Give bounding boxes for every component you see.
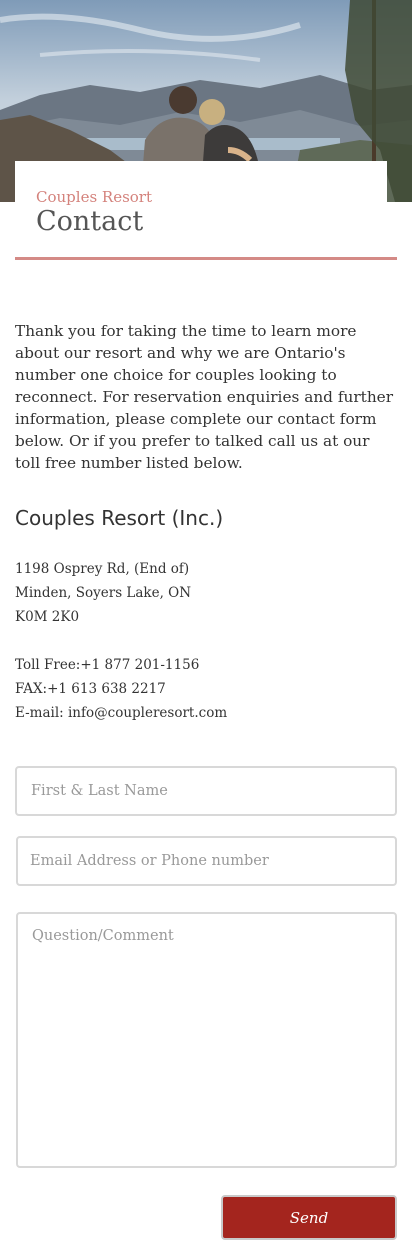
page-subtitle: Couples Resort bbox=[36, 188, 153, 206]
toll-free-number: Toll Free:+1 877 201-1156 bbox=[15, 657, 200, 673]
email-phone-field[interactable]: Email Address or Phone number bbox=[16, 836, 397, 886]
intro-paragraph: Thank you for taking the time to learn m… bbox=[15, 322, 394, 472]
address-line-3: K0M 2K0 bbox=[15, 609, 80, 625]
send-button[interactable]: Send bbox=[221, 1195, 397, 1240]
company-name: Couples Resort (Inc.) bbox=[15, 506, 224, 530]
send-button-label: Send bbox=[289, 1208, 329, 1227]
page-title: Contact bbox=[36, 206, 144, 237]
address-line-1: 1198 Osprey Rd, (End of) bbox=[15, 561, 190, 577]
comment-textarea-placeholder: Question/Comment bbox=[32, 928, 174, 944]
title-underline bbox=[15, 257, 397, 260]
comment-textarea[interactable]: Question/Comment bbox=[16, 912, 397, 1168]
email-address: E-mail: info@coupleresort.com bbox=[15, 705, 228, 721]
name-field[interactable]: First & Last Name bbox=[15, 766, 397, 816]
fax-number: FAX:+1 613 638 2217 bbox=[15, 681, 166, 697]
email-phone-field-placeholder: Email Address or Phone number bbox=[30, 853, 269, 869]
address-line-2: Minden, Soyers Lake, ON bbox=[15, 585, 192, 601]
name-field-placeholder: First & Last Name bbox=[31, 783, 168, 799]
